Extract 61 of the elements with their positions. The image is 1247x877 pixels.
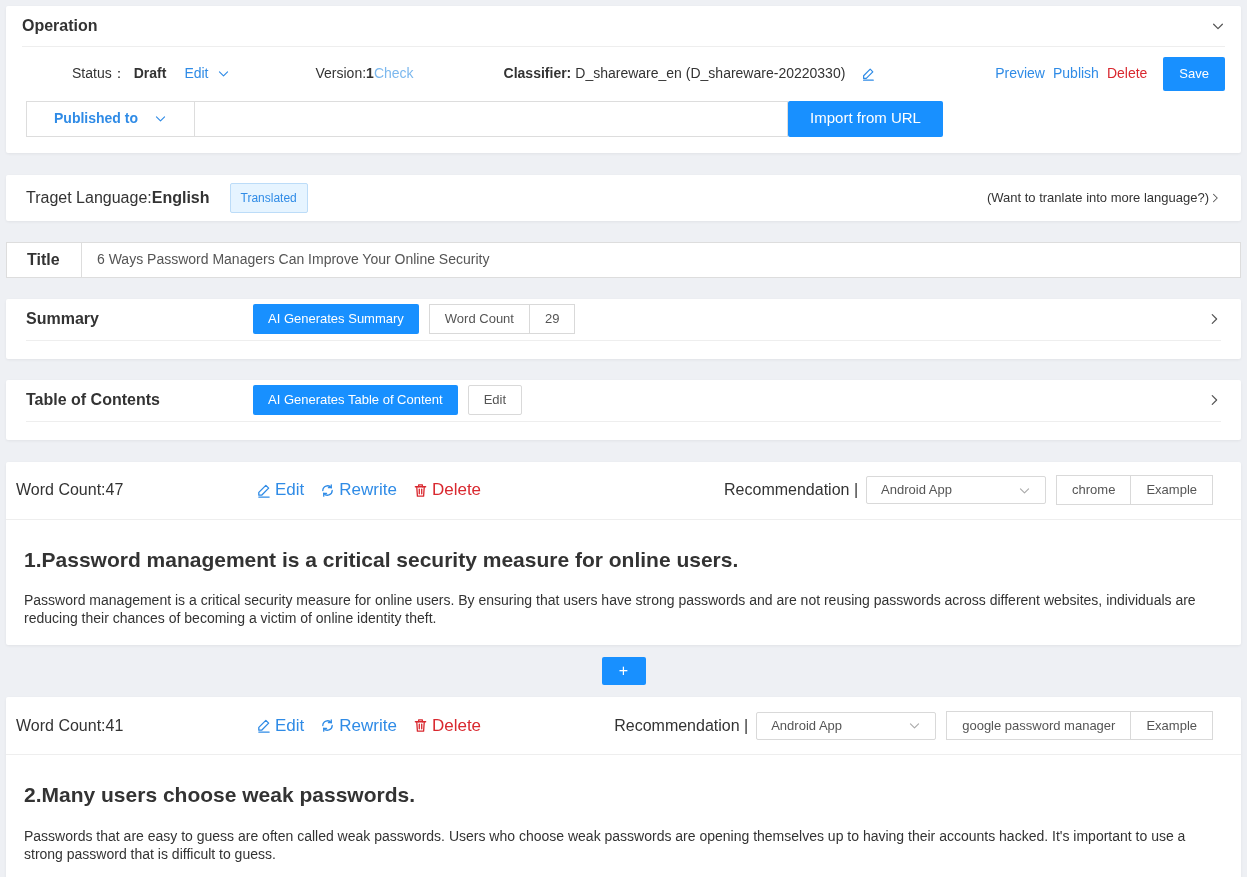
title-input-field[interactable]: 6 Ways Password Managers Can Improve Your Online Security [81, 241, 1241, 278]
keyword-tag: google password manager [946, 710, 1132, 741]
word-count-label: Word Count: [16, 480, 106, 500]
title-label: Title [6, 241, 81, 278]
word-count-label: Word Count: [16, 715, 106, 736]
select-value: Android App [881, 481, 952, 500]
trash-icon [412, 718, 428, 733]
select-value: Android App [771, 716, 843, 735]
section-heading: 1.Password management is a critical security measure for online users. [24, 546, 740, 573]
refresh-icon [320, 718, 336, 733]
edit-action-button[interactable]: Edit [256, 712, 305, 739]
edit-button[interactable]: Edit [467, 385, 523, 415]
app-type-select[interactable]: Android App [866, 476, 1047, 504]
edit-icon [861, 66, 876, 81]
section-body: Password management is a critical security measure for online users. By ensuring that users have strong passwords and are not reusing passwords across different websites, individuals are reducing their chances of becoming a victim of online identity theft. [24, 591, 1197, 627]
rewrite-action-button[interactable]: Rewrite [320, 712, 397, 739]
recommendation-label: Recommendation | [724, 480, 859, 500]
panel-title: Operation [22, 16, 98, 36]
language-label: Traget Language: [26, 187, 152, 208]
more-languages-link[interactable]: (Want to tranlate into more language?) [986, 187, 1209, 208]
action-link[interactable]: Publish [1052, 63, 1099, 85]
word-count-label: Word Count [428, 304, 530, 334]
word-count-value: 47 [105, 480, 124, 500]
pencil-icon [256, 482, 271, 498]
edit-action-button[interactable]: Edit [256, 477, 305, 503]
check-link[interactable]: Check [373, 63, 414, 85]
ai-toc-button[interactable]: AI Generates Table of Content [253, 385, 458, 415]
language-value: English [151, 187, 210, 208]
app-type-select[interactable]: Android App [756, 711, 937, 740]
translated-badge: Translated [229, 182, 308, 213]
section-body: Passwords that are easy to guess are often called weak passwords. Users who choose weak passwords are opening themselves up to having their accounts hacked. It's important to use a strong password that is difficult to guess. [24, 826, 1187, 863]
url-input-field[interactable] [194, 100, 788, 137]
word-count-value: 29 [529, 304, 576, 334]
recommendation-label: Recommendation | [614, 715, 749, 736]
published-to-dropdown[interactable]: Published to [26, 100, 194, 137]
action-link[interactable]: Preview [995, 63, 1045, 85]
keyword-tag: chrome [1056, 475, 1132, 505]
word-count-value: 41 [105, 715, 124, 736]
save-button[interactable]: Save [1163, 57, 1225, 91]
classifier-value: D_shareware_en (D_shareware-20220330) [575, 64, 846, 84]
ai-summary-button[interactable]: AI Generates Summary [253, 304, 419, 334]
delete-action-button[interactable]: Delete [412, 477, 482, 503]
pencil-icon [256, 718, 271, 733]
delete-action-button[interactable]: Delete [412, 712, 482, 739]
import-button[interactable]: Import from URL [788, 100, 943, 137]
status-value: Draft [133, 64, 167, 84]
panel-title: Table of Contents [26, 390, 161, 410]
classifier-label: Classifier: [503, 64, 572, 84]
delete-link[interactable]: Delete [1106, 63, 1148, 85]
status-edit-dropdown[interactable]: Edit [184, 63, 230, 85]
panel-title: Summary [26, 309, 100, 329]
refresh-icon [320, 482, 336, 498]
version-value: 1 [366, 64, 374, 84]
rewrite-action-button[interactable]: Rewrite [320, 477, 397, 503]
trash-icon [412, 482, 428, 498]
version-label: Version: [315, 64, 367, 84]
status-label: Status： [72, 64, 126, 84]
section-heading: 2.Many users choose weak passwords. [24, 782, 416, 808]
example-button[interactable]: Example [1131, 475, 1213, 505]
add-section-button[interactable]: + [601, 657, 646, 685]
example-button[interactable]: Example [1131, 710, 1213, 741]
